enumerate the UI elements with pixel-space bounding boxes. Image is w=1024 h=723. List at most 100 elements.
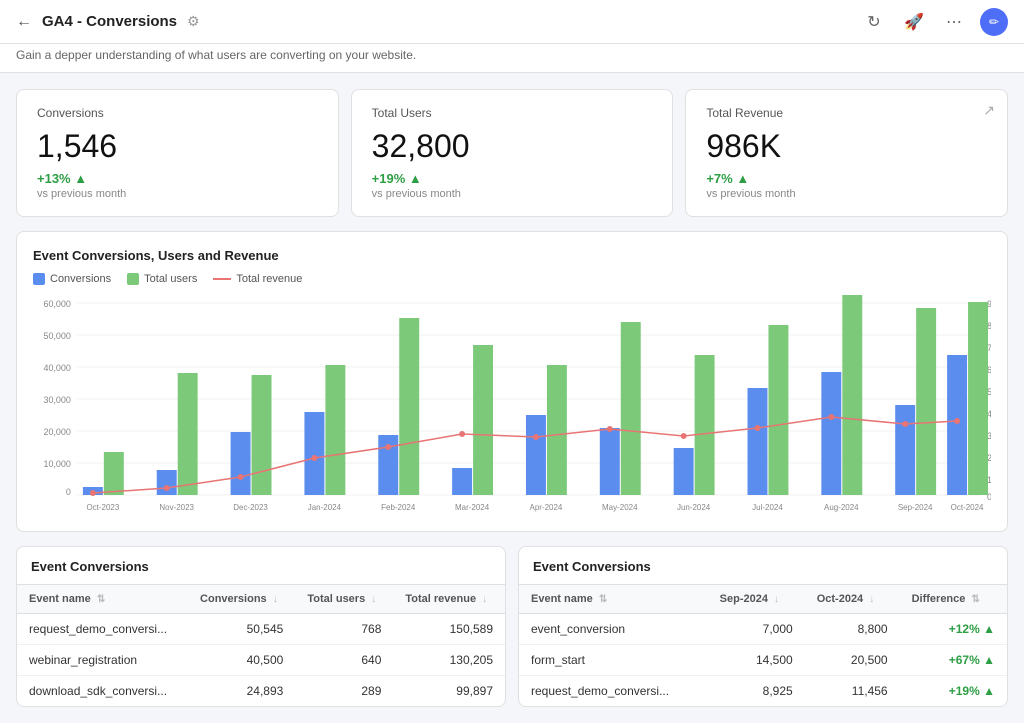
metric-change-revenue: +7% ▲ bbox=[706, 171, 987, 186]
col-conversions: Conversions ↓ bbox=[188, 585, 295, 614]
sort-icon-oct[interactable]: ↓ bbox=[869, 594, 874, 605]
legend-line-revenue bbox=[213, 278, 231, 280]
cell-diff: +67% ▲ bbox=[900, 645, 1007, 676]
cell-diff: +12% ▲ bbox=[900, 614, 1007, 645]
table-left-table: Event name ⇅ Conversions ↓ Total users ↓… bbox=[17, 585, 505, 706]
cell-sep: 7,000 bbox=[708, 614, 805, 645]
svg-text:20,000: 20,000 bbox=[43, 427, 70, 437]
metric-change-conversions: +13% ▲ bbox=[37, 171, 318, 186]
svg-text:Jan-2024: Jan-2024 bbox=[308, 503, 342, 512]
cell-conversions: 40,500 bbox=[188, 645, 295, 676]
legend-conversions: Conversions bbox=[33, 273, 111, 285]
svg-text:60,000: 60,000 bbox=[43, 299, 70, 309]
sort-icon-users[interactable]: ↓ bbox=[371, 594, 376, 605]
table-right: Event Conversions Event name ⇅ Sep-2024 … bbox=[518, 546, 1008, 707]
sort-icon-conversions[interactable]: ↓ bbox=[273, 594, 278, 605]
sort-icon-revenue[interactable]: ↓ bbox=[482, 594, 487, 605]
rocket-icon[interactable]: 🚀 bbox=[900, 8, 928, 36]
col-sep: Sep-2024 ↓ bbox=[708, 585, 805, 614]
main-content: Conversions 1,546 +13% ▲ vs previous mon… bbox=[0, 73, 1024, 723]
metric-label-conversions: Conversions bbox=[37, 106, 318, 120]
sort-icon-sep[interactable]: ↓ bbox=[774, 594, 779, 605]
col-event-name: Event name ⇅ bbox=[17, 585, 188, 614]
back-button[interactable]: ← bbox=[16, 13, 32, 31]
svg-text:Apr-2024: Apr-2024 bbox=[530, 503, 563, 512]
chart-container: 60,000 50,000 40,000 30,000 20,000 10,00… bbox=[33, 295, 991, 515]
table-row: event_conversion 7,000 8,800 +12% ▲ bbox=[519, 614, 1007, 645]
sort-icon-diff[interactable]: ⇅ bbox=[971, 594, 979, 605]
legend-revenue: Total revenue bbox=[213, 273, 302, 285]
cell-oct: 20,500 bbox=[805, 645, 900, 676]
legend-dot-conversions bbox=[33, 273, 45, 285]
svg-text:Sep-2024: Sep-2024 bbox=[898, 503, 933, 512]
table-row: form_start 14,500 20,500 +67% ▲ bbox=[519, 645, 1007, 676]
cell-sep: 14,500 bbox=[708, 645, 805, 676]
table-row: request_demo_conversi... 50,545 768 150,… bbox=[17, 614, 505, 645]
metric-label-revenue: Total Revenue bbox=[706, 106, 987, 120]
cell-revenue: 99,897 bbox=[393, 676, 505, 707]
expand-icon[interactable]: ↗ bbox=[983, 102, 995, 119]
svg-text:Mar-2024: Mar-2024 bbox=[455, 503, 490, 512]
cell-event-name: webinar_registration bbox=[17, 645, 188, 676]
sort-icon-event-r[interactable]: ⇅ bbox=[599, 594, 607, 605]
svg-text:Jun-2024: Jun-2024 bbox=[677, 503, 711, 512]
legend-dot-users bbox=[127, 273, 139, 285]
cell-event-name-r: event_conversion bbox=[519, 614, 708, 645]
svg-text:40,000: 40,000 bbox=[43, 363, 70, 373]
refresh-icon[interactable]: ↻ bbox=[860, 8, 888, 36]
cell-revenue: 130,205 bbox=[393, 645, 505, 676]
cell-revenue: 150,589 bbox=[393, 614, 505, 645]
cell-users: 289 bbox=[295, 676, 393, 707]
svg-text:Aug-2024: Aug-2024 bbox=[824, 503, 859, 512]
svg-text:30,000: 30,000 bbox=[43, 395, 70, 405]
svg-text:10,000: 10,000 bbox=[43, 459, 70, 469]
tables-row: Event Conversions Event name ⇅ Conversio… bbox=[16, 546, 1008, 707]
cell-conversions: 50,545 bbox=[188, 614, 295, 645]
table-right-table: Event name ⇅ Sep-2024 ↓ Oct-2024 ↓ Diffe… bbox=[519, 585, 1007, 706]
col-oct: Oct-2024 ↓ bbox=[805, 585, 900, 614]
svg-text:50,000: 50,000 bbox=[43, 331, 70, 341]
page-title: GA4 - Conversions bbox=[42, 13, 177, 30]
chart-legend: Conversions Total users Total revenue bbox=[33, 273, 991, 285]
svg-text:Nov-2023: Nov-2023 bbox=[159, 503, 194, 512]
more-icon[interactable]: ⋯ bbox=[940, 8, 968, 36]
svg-text:0: 0 bbox=[66, 487, 71, 497]
svg-text:Oct-2024: Oct-2024 bbox=[951, 503, 984, 512]
col-event-name-r: Event name ⇅ bbox=[519, 585, 708, 614]
svg-text:Dec-2023: Dec-2023 bbox=[233, 503, 268, 512]
chart-title: Event Conversions, Users and Revenue bbox=[33, 248, 991, 263]
col-diff: Difference ⇅ bbox=[900, 585, 1007, 614]
sort-icon-event[interactable]: ⇅ bbox=[97, 594, 105, 605]
cell-event-name: download_sdk_conversi... bbox=[17, 676, 188, 707]
top-bar: ← GA4 - Conversions ⚙ ↻ 🚀 ⋯ ✏ bbox=[0, 0, 1024, 44]
top-bar-left: ← GA4 - Conversions ⚙ bbox=[16, 13, 200, 31]
cell-users: 640 bbox=[295, 645, 393, 676]
metric-value-conversions: 1,546 bbox=[37, 128, 318, 165]
cell-event-name-r: form_start bbox=[519, 645, 708, 676]
avatar[interactable]: ✏ bbox=[980, 8, 1008, 36]
metric-value-revenue: 986K bbox=[706, 128, 987, 165]
col-total-revenue: Total revenue ↓ bbox=[393, 585, 505, 614]
metric-conversions: Conversions 1,546 +13% ▲ vs previous mon… bbox=[16, 89, 339, 217]
cell-oct: 8,800 bbox=[805, 614, 900, 645]
metric-value-users: 32,800 bbox=[372, 128, 653, 165]
settings-icon[interactable]: ⚙ bbox=[187, 13, 200, 30]
cell-sep: 8,925 bbox=[708, 676, 805, 707]
chart-section: Event Conversions, Users and Revenue Con… bbox=[16, 231, 1008, 532]
table-right-title: Event Conversions bbox=[519, 547, 1007, 585]
metric-label-users: Total Users bbox=[372, 106, 653, 120]
metric-change-users: +19% ▲ bbox=[372, 171, 653, 186]
metric-vs-conversions: vs previous month bbox=[37, 188, 318, 200]
metric-users: Total Users 32,800 +19% ▲ vs previous mo… bbox=[351, 89, 674, 217]
table-row: request_demo_conversi... 8,925 11,456 +1… bbox=[519, 676, 1007, 707]
table-left: Event Conversions Event name ⇅ Conversio… bbox=[16, 546, 506, 707]
cell-oct: 11,456 bbox=[805, 676, 900, 707]
col-total-users: Total users ↓ bbox=[295, 585, 393, 614]
svg-text:Feb-2024: Feb-2024 bbox=[381, 503, 416, 512]
cell-event-name: request_demo_conversi... bbox=[17, 614, 188, 645]
metrics-row: Conversions 1,546 +13% ▲ vs previous mon… bbox=[16, 89, 1008, 217]
subtitle: Gain a depper understanding of what user… bbox=[0, 44, 1024, 73]
svg-text:Oct-2023: Oct-2023 bbox=[86, 503, 119, 512]
metric-revenue: Total Revenue 986K +7% ▲ vs previous mon… bbox=[685, 89, 1008, 217]
svg-text:Jul-2024: Jul-2024 bbox=[752, 503, 783, 512]
